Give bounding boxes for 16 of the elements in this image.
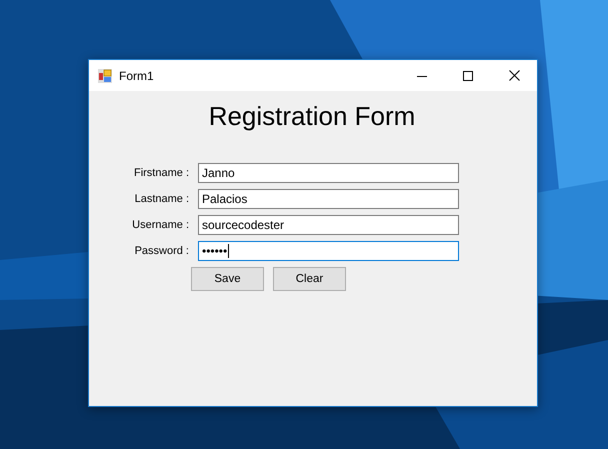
text-caret [228,244,230,258]
input-field[interactable]: Janno [198,163,459,183]
input-field[interactable]: sourcecodester [198,215,459,235]
field-label: Firstname : [132,167,189,179]
clear-button[interactable]: Clear [273,267,346,291]
maximize-icon [463,70,473,80]
field-label: Username : [131,219,189,231]
input-field[interactable]: Palacios [198,189,459,209]
form-heading: Registration Form [208,101,416,132]
close-icon [508,70,520,81]
save-button[interactable]: Save [191,267,264,291]
field-label: Password : [134,245,189,257]
app-icon [98,68,112,82]
window-title: Form1 [119,68,155,82]
field-label: Lastname : [134,193,189,205]
input-field[interactable]: •••••• [198,241,459,261]
